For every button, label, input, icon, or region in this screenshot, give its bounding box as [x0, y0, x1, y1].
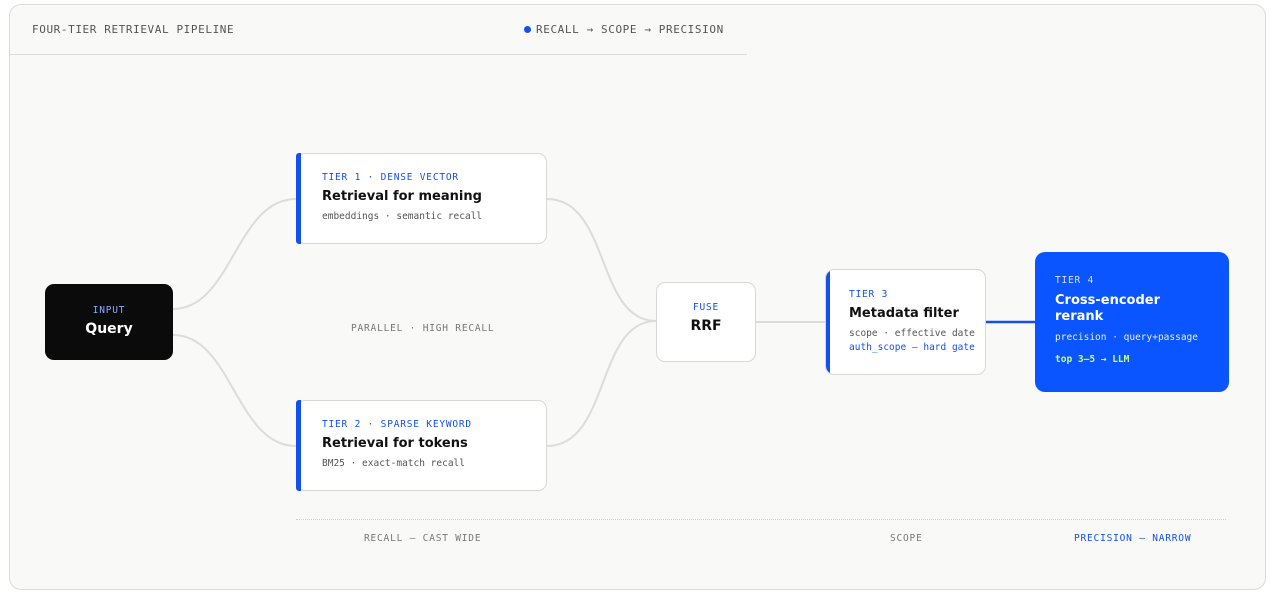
- tier2-accent: [296, 400, 301, 491]
- tier2-tag: TIER 2 · SPARSE KEYWORD: [322, 419, 472, 430]
- tier4-node: TIER 4 Cross-encoder rerank precision · …: [1035, 252, 1229, 392]
- tier1-title: Retrieval for meaning: [322, 189, 482, 204]
- scope-label: SCOPE: [890, 533, 923, 544]
- tier3-node: TIER 3 Metadata filter scope · effective…: [825, 269, 986, 375]
- tier4-sub: precision · query+passage: [1055, 332, 1198, 343]
- parallel-label: PARALLEL · HIGH RECALL: [351, 323, 495, 334]
- input-tag: INPUT: [92, 305, 126, 316]
- tier4-highlight: top 3–5 → LLM: [1055, 354, 1130, 365]
- fuse-tag: FUSE: [692, 302, 720, 313]
- tier3-sub: scope · effective date: [849, 328, 975, 339]
- tier3-sub-gate: auth_scope — hard gate: [849, 342, 975, 353]
- tier1-accent: [296, 153, 301, 244]
- input-title: Query: [85, 321, 133, 337]
- stage-divider: [296, 519, 1226, 520]
- tier3-accent: [826, 270, 830, 374]
- tier2-sub: BM25 · exact-match recall: [322, 458, 465, 469]
- tier4-tag: TIER 4: [1055, 275, 1095, 286]
- diagram-frame: FOUR-TIER RETRIEVAL PIPELINE RECALL → SC…: [9, 4, 1266, 590]
- link-input-tier1: [172, 198, 297, 310]
- tier1-tag: TIER 1 · DENSE VECTOR: [322, 172, 459, 183]
- tier1-node: TIER 1 · DENSE VECTOR Retrieval for mean…: [296, 153, 547, 244]
- link-tier1-fuse: [546, 198, 657, 322]
- tier4-title-line2: rerank: [1055, 309, 1104, 324]
- tier2-title: Retrieval for tokens: [322, 436, 468, 451]
- tier2-node: TIER 2 · SPARSE KEYWORD Retrieval for to…: [296, 400, 547, 491]
- link-tier2-fuse: [546, 320, 657, 447]
- recall-label: RECALL — CAST WIDE: [364, 533, 482, 544]
- fuse-title: RRF: [690, 318, 722, 334]
- fuse-node: FUSE RRF: [656, 282, 756, 362]
- link-input-tier2: [172, 334, 297, 447]
- tier4-title-line1: Cross-encoder: [1055, 293, 1160, 308]
- precision-label: PRECISION — NARROW: [1074, 533, 1192, 544]
- input-node: INPUT Query: [45, 284, 173, 360]
- tier3-tag: TIER 3: [849, 289, 889, 300]
- tier3-title: Metadata filter: [849, 306, 959, 321]
- tier1-sub: embeddings · semantic recall: [322, 211, 483, 222]
